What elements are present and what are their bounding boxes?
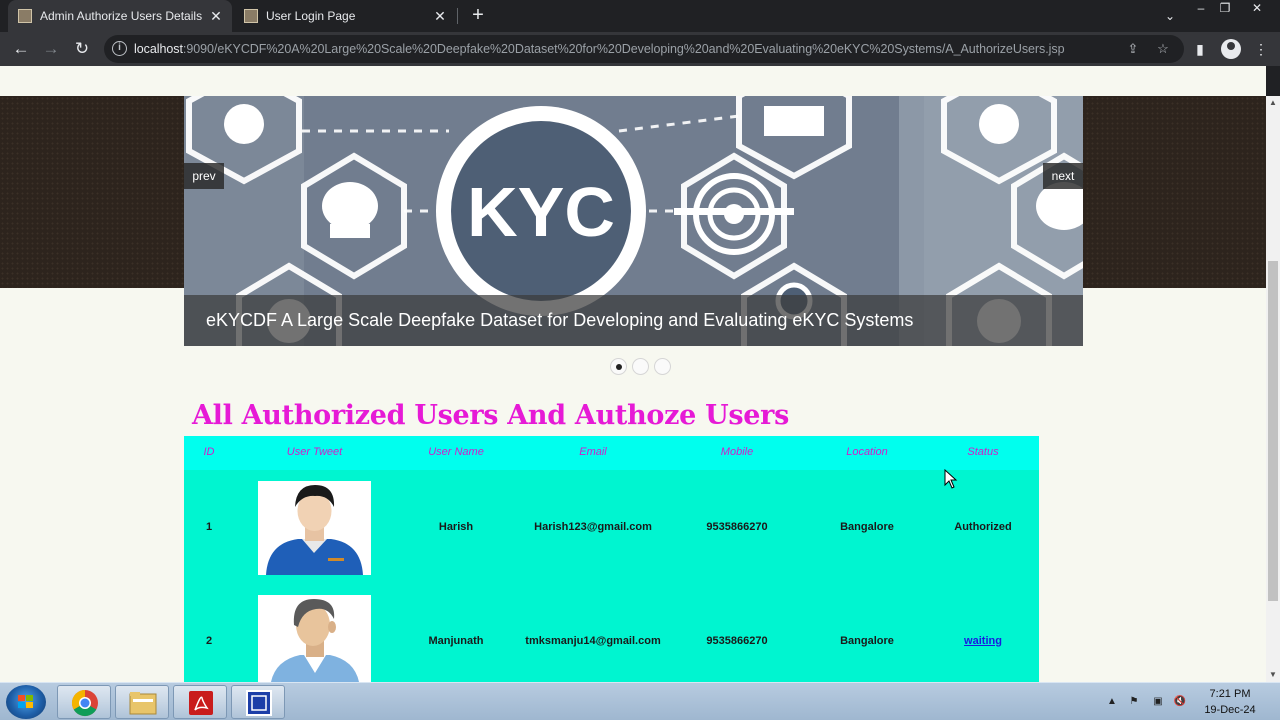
side-panel-icon[interactable]: ▮ [1189, 38, 1211, 60]
cell-user-name: Manjunath [428, 635, 484, 647]
cell-status: Authorized [954, 521, 1012, 533]
slider-dot[interactable] [632, 358, 649, 375]
male-avatar-blue-shirt-icon [258, 481, 371, 575]
pdf-reader-icon[interactable] [173, 685, 227, 719]
table-row: 1 Harish Harish123@gmail.com 9535866270 … [184, 470, 1039, 584]
user-avatar [258, 481, 371, 575]
cell-location: Bangalore [840, 521, 894, 533]
tab-separator [457, 8, 458, 24]
folder-logo [129, 692, 157, 715]
tab-user-login-page[interactable]: User Login Page ✕ [234, 0, 456, 32]
cell-email: tmksmanju14@gmail.com [525, 635, 661, 647]
restore-icon[interactable]: ❐ [1210, 0, 1240, 18]
show-hidden-icons-icon[interactable]: ▲ [1104, 695, 1120, 709]
tab-title: Admin Authorize Users Details [40, 9, 203, 23]
user-avatar [258, 595, 371, 682]
action-center-flag-icon[interactable]: ⚑ [1126, 695, 1142, 709]
windows-taskbar: ▲ ⚑ ▣ 🔇 7:21 PM 19-Dec-24 [0, 682, 1280, 720]
male-avatar-gray-hair-icon [258, 595, 371, 682]
table-header: ID User Tweet User Name Email Mobile Loc… [184, 436, 1039, 470]
window-close-icon[interactable]: ✕ [1242, 0, 1272, 18]
cell-location: Bangalore [840, 635, 894, 647]
app-window-icon[interactable] [231, 685, 285, 719]
slider-next-button[interactable]: next [1043, 163, 1083, 189]
column-header-user-name: User Name [428, 446, 484, 458]
mouse-cursor-icon [944, 469, 958, 489]
column-header-id: ID [203, 446, 215, 458]
chrome-icon[interactable] [57, 685, 111, 719]
star-icon[interactable]: ☆ [1154, 40, 1172, 58]
page-favicon-icon [244, 9, 258, 23]
share-icon[interactable]: ⇪ [1124, 40, 1142, 58]
browser-toolbar: ← → ↻ i localhost:9090/eKYCDF%20A%20Larg… [0, 32, 1280, 66]
page-scrollbar[interactable]: ▲ ▼ [1266, 96, 1280, 682]
close-icon[interactable]: ✕ [208, 8, 224, 24]
image-slider: KYC prev next eKYCDF A Large Scale Deepf… [184, 96, 1083, 346]
column-header-status: Status [967, 446, 999, 458]
profile-avatar-icon[interactable] [1221, 39, 1241, 59]
slide-caption-text: eKYCDF A Large Scale Deepfake Dataset fo… [206, 310, 914, 330]
cell-mobile: 9535866270 [706, 521, 768, 533]
chevron-down-icon[interactable]: ⌄ [1160, 6, 1180, 26]
cell-id: 2 [205, 635, 213, 647]
cell-user-name: Harish [438, 521, 474, 533]
reload-icon[interactable]: ↻ [70, 37, 94, 61]
taskbar-clock-time[interactable]: 7:21 PM [1206, 688, 1254, 700]
menu-dots-icon[interactable]: ⋮ [1250, 38, 1272, 60]
column-header-location: Location [846, 446, 888, 458]
scroll-down-arrow-icon[interactable]: ▼ [1266, 668, 1280, 682]
scroll-up-arrow-icon[interactable]: ▲ [1266, 96, 1280, 110]
slider-prev-button[interactable]: prev [184, 163, 224, 189]
table-row: 2 Manjunath tmksmanju14@gmail.com 953586… [184, 584, 1039, 682]
app-window-logo [246, 690, 272, 716]
column-header-email: Email [579, 446, 607, 458]
forward-arrow-icon[interactable]: → [39, 37, 63, 61]
url-text[interactable]: localhost:9090/eKYCDF%20A%20Large%20Scal… [134, 42, 1065, 56]
column-header-user-tweet: User Tweet [286, 446, 343, 458]
taskbar-clock-date[interactable]: 19-Dec-24 [1200, 704, 1260, 716]
page-title: All Authorized Users And Authoze Users [192, 400, 789, 431]
status-waiting-link[interactable]: waiting [933, 635, 1033, 647]
start-button[interactable] [6, 685, 46, 719]
browser-tab-strip: Admin Authorize Users Details ✕ User Log… [0, 0, 1280, 32]
slider-dot[interactable] [654, 358, 671, 375]
users-table: ID User Tweet User Name Email Mobile Loc… [184, 436, 1039, 682]
info-icon[interactable]: i [112, 41, 127, 56]
page-favicon-icon [18, 9, 32, 23]
network-icon[interactable]: ▣ [1150, 695, 1166, 709]
file-explorer-icon[interactable] [115, 685, 169, 719]
volume-muted-icon[interactable]: 🔇 [1172, 695, 1188, 709]
tab-title: User Login Page [266, 9, 356, 23]
tab-admin-authorize-users[interactable]: Admin Authorize Users Details ✕ [8, 0, 232, 32]
chrome-logo [71, 689, 98, 717]
windows-logo-icon [18, 695, 33, 708]
back-arrow-icon[interactable]: ← [9, 37, 33, 61]
address-bar[interactable]: i localhost:9090/eKYCDF%20A%20Large%20Sc… [104, 35, 1184, 63]
scrollbar-thumb[interactable] [1268, 261, 1278, 601]
kyc-text: KYC [467, 173, 615, 251]
slider-dot[interactable] [610, 358, 627, 375]
close-icon[interactable]: ✕ [432, 8, 448, 24]
column-header-mobile: Mobile [720, 446, 754, 458]
cell-id: 1 [205, 521, 213, 533]
cell-email: Harish123@gmail.com [534, 521, 652, 533]
plus-icon[interactable]: + [466, 4, 490, 28]
slide-caption: eKYCDF A Large Scale Deepfake Dataset fo… [184, 295, 1083, 346]
page-viewport: KYC prev next eKYCDF A Large Scale Deepf… [0, 66, 1266, 682]
cell-mobile: 9535866270 [706, 635, 768, 647]
pdf-logo [189, 691, 213, 715]
